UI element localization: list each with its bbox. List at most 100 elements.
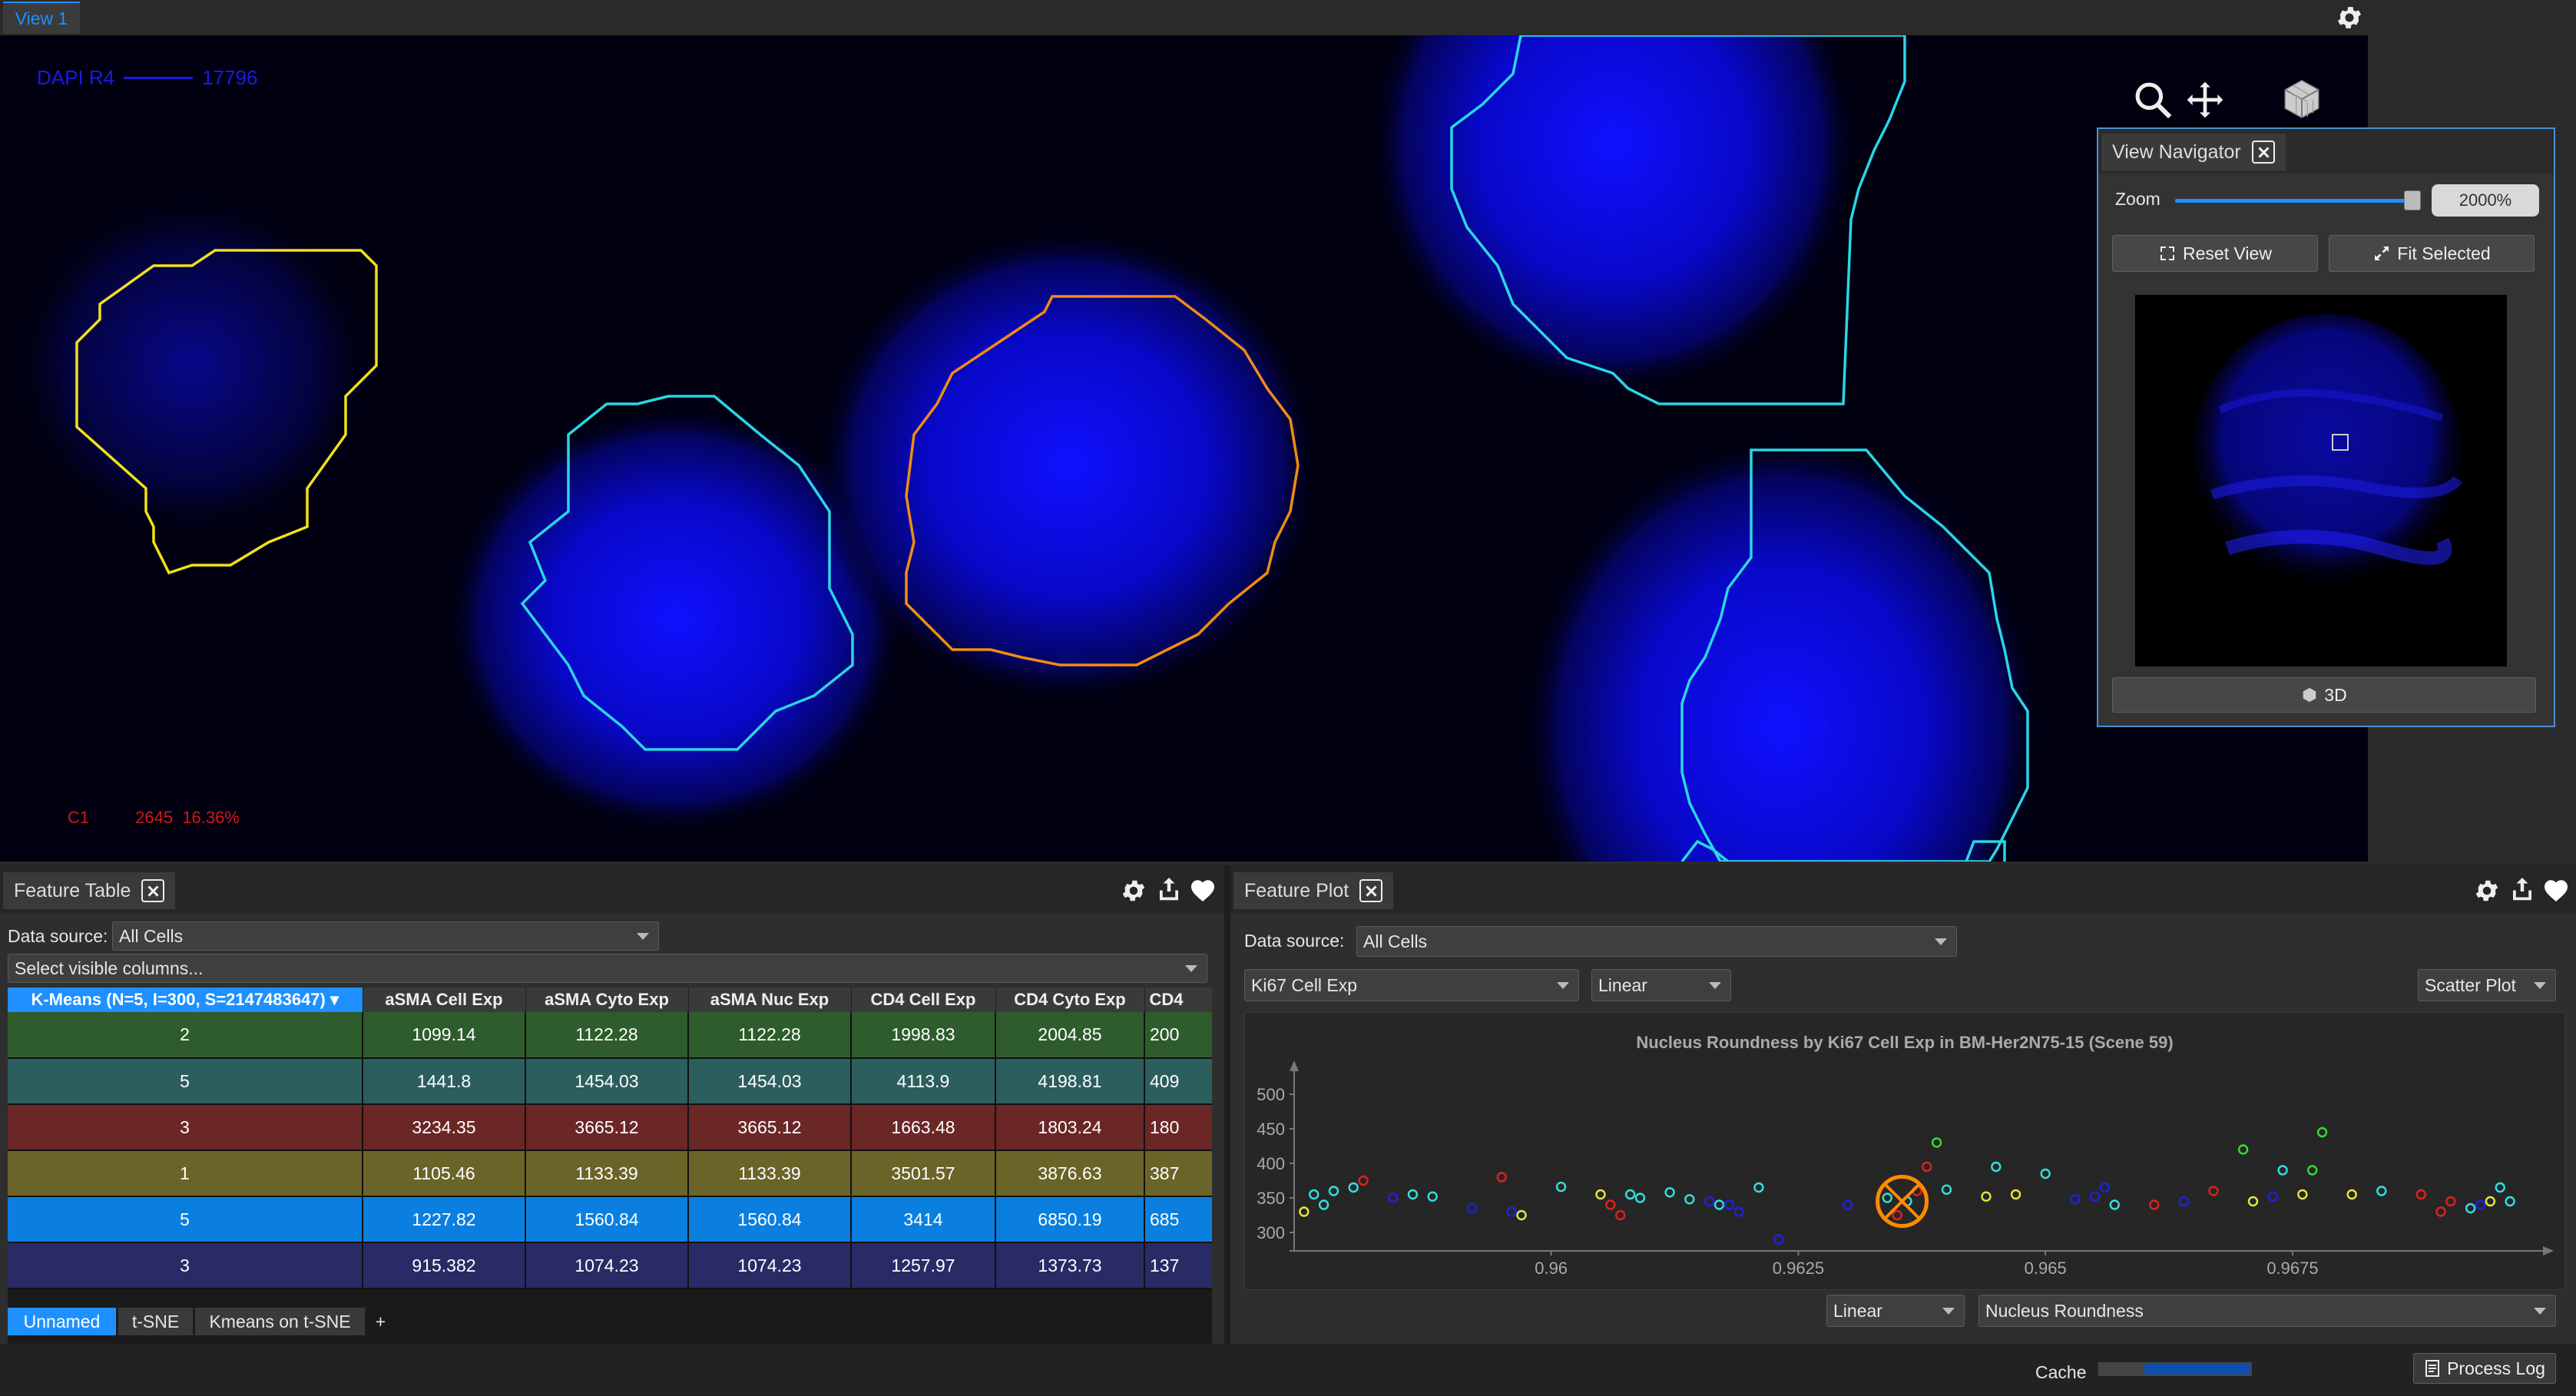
table-cell: 3876.63 bbox=[995, 1150, 1145, 1197]
export-icon[interactable] bbox=[2508, 875, 2536, 903]
favorite-heart-icon[interactable] bbox=[1189, 877, 1217, 903]
visible-columns-placeholder: Select visible columns... bbox=[15, 958, 204, 978]
data-source-dropdown[interactable]: All Cells bbox=[112, 921, 659, 951]
feature-plot-title: Feature Plot bbox=[1244, 879, 1349, 901]
visible-columns-dropdown[interactable]: Select visible columns... bbox=[8, 954, 1207, 983]
x-feature-dropdown[interactable]: Ki67 Cell Exp bbox=[1244, 969, 1579, 1001]
navigator-thumbnail[interactable] bbox=[2135, 295, 2507, 667]
data-point bbox=[2495, 1182, 2505, 1193]
navigator-header: View Navigator bbox=[2098, 129, 2554, 174]
x-tick-label: 0.96 bbox=[1535, 1259, 1568, 1278]
pan-tool-icon[interactable] bbox=[2184, 78, 2227, 121]
plot-data-source-dropdown[interactable]: All Cells bbox=[1356, 926, 1957, 957]
data-point bbox=[2208, 1186, 2219, 1196]
zoom-label: Zoom bbox=[2115, 189, 2160, 209]
tab-unnamed[interactable]: Unnamed bbox=[8, 1308, 117, 1335]
table-cell: 180 bbox=[1144, 1104, 1212, 1151]
column-header[interactable]: aSMA Cell Exp bbox=[363, 987, 526, 1012]
data-point bbox=[1941, 1184, 1952, 1195]
zoom-slider-track[interactable] bbox=[2175, 199, 2407, 203]
column-header[interactable]: CD4 Cyto Exp bbox=[995, 987, 1145, 1012]
table-cell: 3234.35 bbox=[363, 1104, 526, 1151]
process-log-button[interactable]: Process Log bbox=[2413, 1353, 2556, 1384]
column-header[interactable]: CD4 bbox=[1144, 987, 1212, 1012]
gear-icon[interactable] bbox=[2335, 3, 2364, 32]
data-point bbox=[2435, 1206, 2446, 1217]
x-tick-label: 0.9675 bbox=[2266, 1259, 2318, 1278]
data-point bbox=[2277, 1165, 2288, 1176]
close-icon[interactable] bbox=[141, 879, 165, 902]
chart-axes: 500 450 400 350 300 0.96 0.9625 0.965 0.9675 bbox=[1257, 1060, 2554, 1278]
status-bar: Cache Process Log bbox=[0, 1344, 2576, 1396]
table-cell: 1454.03 bbox=[525, 1058, 689, 1105]
reset-view-icon bbox=[2160, 246, 2175, 260]
fit-selected-button[interactable]: Fit Selected bbox=[2329, 235, 2535, 272]
reset-view-button[interactable]: Reset View bbox=[2112, 235, 2318, 272]
close-icon[interactable] bbox=[1359, 879, 1383, 902]
column-header[interactable]: aSMA Nuc Exp bbox=[688, 987, 852, 1012]
close-icon[interactable] bbox=[2251, 141, 2275, 164]
zoom-value-field[interactable]: 2000% bbox=[2432, 184, 2539, 217]
data-point bbox=[1922, 1161, 1932, 1173]
data-point bbox=[2089, 1191, 2101, 1202]
feature-table-tab[interactable]: Feature Table bbox=[3, 872, 176, 909]
data-point bbox=[2099, 1182, 2111, 1193]
feature-table-header bbox=[0, 865, 1224, 914]
cache-progress-fill bbox=[2144, 1364, 2250, 1374]
table-cell: 1257.97 bbox=[851, 1242, 996, 1289]
y-axis-arrow bbox=[1290, 1060, 1299, 1071]
table-row[interactable]: 3 915.382 1074.23 1074.23 1257.97 1373.73 137 bbox=[8, 1242, 1212, 1289]
tissue-overview bbox=[2193, 314, 2462, 590]
favorite-heart-icon[interactable] bbox=[2542, 877, 2570, 903]
image-viewer[interactable]: DAPI R4 17796 C1 2645 16.36% bbox=[0, 35, 2368, 862]
export-icon[interactable] bbox=[1155, 875, 1183, 903]
plot-data-source-value: All Cells bbox=[1363, 931, 1428, 951]
chevron-down-icon bbox=[637, 933, 649, 940]
data-source-value: All Cells bbox=[119, 925, 184, 946]
zoom-slider-handle[interactable] bbox=[2404, 190, 2421, 210]
table-row[interactable]: 1 1105.46 1133.39 1133.39 3501.57 3876.63 387 bbox=[8, 1150, 1212, 1197]
table-cell: 1 bbox=[8, 1150, 363, 1197]
gear-icon[interactable] bbox=[2473, 877, 2501, 905]
y-feature-dropdown[interactable]: Nucleus Roundness bbox=[1978, 1295, 2556, 1327]
fit-selected-label: Fit Selected bbox=[2397, 243, 2491, 263]
add-tab-button[interactable]: + bbox=[367, 1308, 395, 1335]
tab-kmeans-on-tsne[interactable]: Kmeans on t-SNE bbox=[195, 1308, 366, 1335]
data-point bbox=[2415, 1189, 2426, 1200]
gear-icon[interactable] bbox=[1120, 877, 1147, 905]
data-point bbox=[2040, 1168, 2051, 1179]
table-row[interactable]: 3 3234.35 3665.12 3665.12 1663.48 1803.24 180 bbox=[8, 1104, 1212, 1151]
feature-plot-panel: Feature Plot Data source: All Cells Ki67… bbox=[1230, 865, 2576, 1344]
data-point bbox=[2149, 1199, 2160, 1210]
navigator-tab[interactable]: View Navigator bbox=[2101, 134, 2286, 170]
3d-button[interactable]: 3D bbox=[2112, 677, 2536, 713]
x-tick-label: 0.965 bbox=[2025, 1259, 2067, 1278]
column-header-kmeans[interactable]: K-Means (N=5, I=300, S=2147483647) ▾ bbox=[8, 987, 363, 1012]
feature-plot-tab[interactable]: Feature Plot bbox=[1233, 872, 1394, 909]
table-row[interactable]: 5 1441.8 1454.03 1454.03 4113.9 4198.81 409 bbox=[8, 1058, 1212, 1105]
plot-area[interactable]: Nucleus Roundness by Ki67 Cell Exp in BM… bbox=[1244, 1012, 2565, 1290]
data-point bbox=[1991, 1161, 2002, 1173]
feature-table-title: Feature Table bbox=[14, 879, 131, 901]
table-row[interactable]: 5 1227.82 1560.84 1560.84 3414 6850.19 685 bbox=[8, 1196, 1212, 1243]
plot-type-dropdown[interactable]: Scatter Plot bbox=[2418, 969, 2556, 1001]
table-cell: 5 bbox=[8, 1196, 363, 1243]
3d-small-icon bbox=[2303, 687, 2316, 703]
tab-view-1[interactable]: View 1 bbox=[3, 2, 80, 34]
table-body: 2 1099.14 1122.28 1122.28 1998.83 2004.85 200 5… bbox=[8, 1012, 1212, 1289]
y-scale-dropdown[interactable]: Linear bbox=[1826, 1295, 1965, 1327]
table-cell: 5 bbox=[8, 1058, 363, 1105]
column-header[interactable]: aSMA Cyto Exp bbox=[525, 987, 689, 1012]
3d-label: 3D bbox=[2324, 684, 2347, 705]
data-point bbox=[1605, 1199, 1616, 1210]
column-header[interactable]: CD4 Cell Exp bbox=[851, 987, 996, 1012]
tab-tsne[interactable]: t-SNE bbox=[118, 1308, 194, 1335]
table-cell: 915.382 bbox=[363, 1242, 526, 1289]
feature-plot-header bbox=[1230, 865, 2576, 914]
zoom-tool-icon[interactable] bbox=[2131, 78, 2174, 121]
table-row[interactable]: 2 1099.14 1122.28 1122.28 1998.83 2004.85 200 bbox=[8, 1012, 1212, 1059]
x-scale-dropdown[interactable]: Linear bbox=[1591, 969, 1731, 1001]
panel-splitter[interactable] bbox=[1224, 865, 1230, 1344]
3d-cube-icon[interactable] bbox=[2280, 77, 2324, 121]
table-cell: 1560.84 bbox=[688, 1196, 852, 1243]
